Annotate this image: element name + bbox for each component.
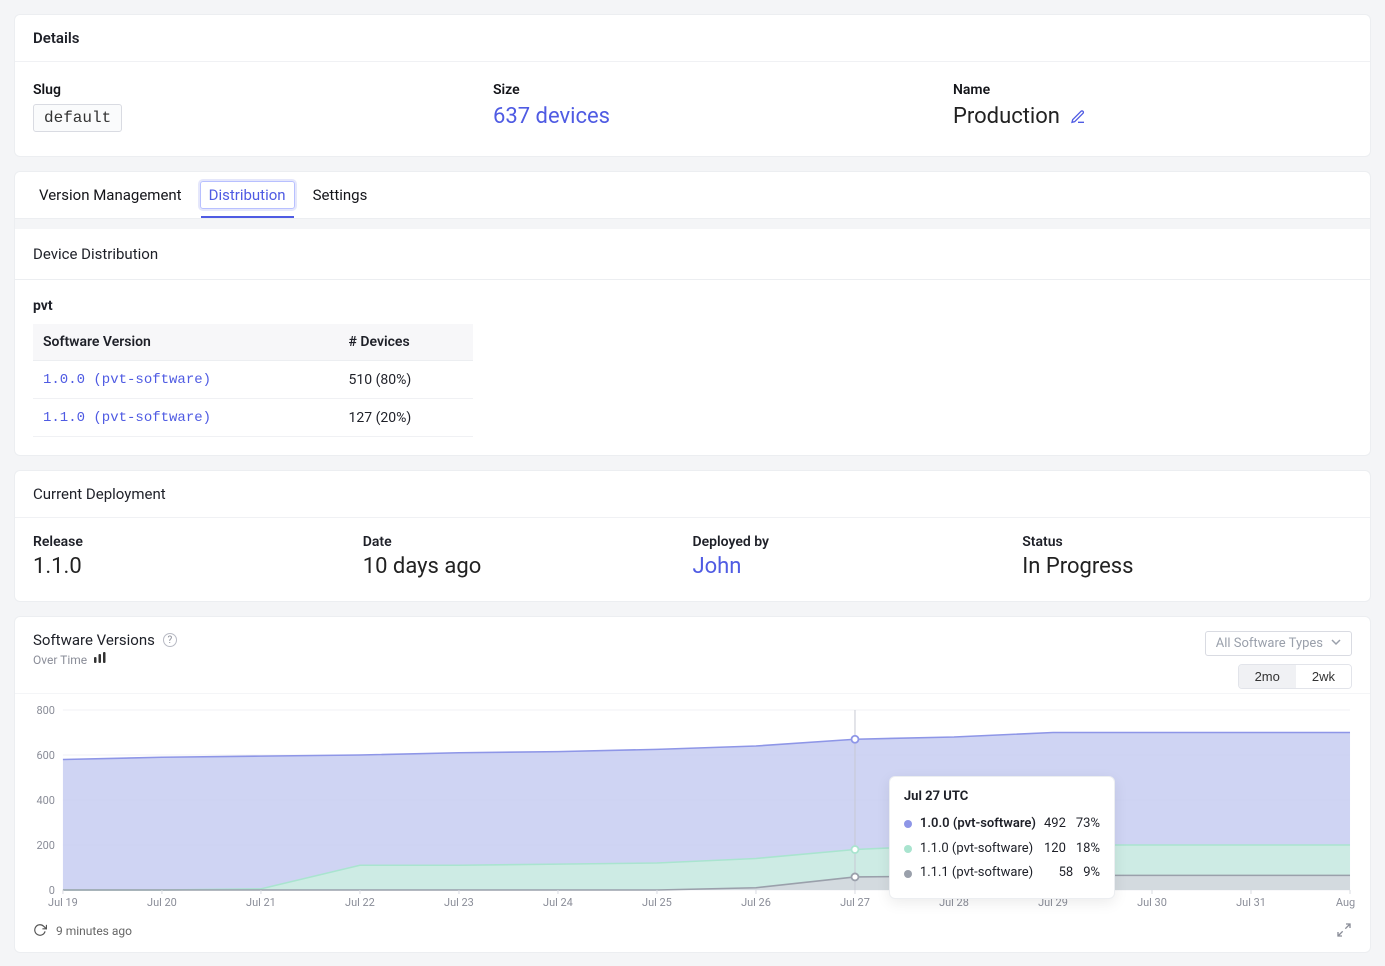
updated-left: 9 minutes ago: [33, 923, 132, 938]
field-size: Size 637 devices: [493, 82, 913, 132]
svg-text:Jul 19: Jul 19: [48, 896, 78, 909]
tooltip-title: Jul 27 UTC: [904, 789, 1100, 804]
col-software-version: Software Version: [33, 324, 339, 361]
svg-text:Jul 31: Jul 31: [1236, 896, 1266, 909]
device-distribution-body: pvt Software Version # Devices 1.0.0 (pv…: [14, 280, 1371, 456]
svg-text:Jul 23: Jul 23: [444, 896, 474, 909]
chart-subtitle: Over Time: [33, 653, 87, 667]
version-link[interactable]: 1.1.0 (pvt-software): [43, 410, 211, 426]
deploy-release: Release 1.1.0: [33, 534, 363, 579]
slug-value: default: [33, 104, 122, 132]
svg-text:Jul 26: Jul 26: [741, 896, 771, 909]
svg-text:Jul 21: Jul 21: [246, 896, 276, 909]
chart-area[interactable]: 0200400600800Jul 19Jul 20Jul 21Jul 22Jul…: [29, 704, 1356, 914]
tab-bar: Version Management Distribution Settings: [14, 171, 1371, 219]
size-value-link[interactable]: 637 devices: [493, 104, 610, 129]
chart-title: Software Versions: [33, 631, 155, 649]
slug-label: Slug: [33, 82, 453, 98]
time-range-segmented: 2mo 2wk: [1238, 664, 1352, 689]
svg-text:Jul 22: Jul 22: [345, 896, 375, 909]
table-row: 1.0.0 (pvt-software) 510 (80%): [33, 361, 473, 399]
svg-text:Jul 24: Jul 24: [543, 896, 573, 909]
current-deployment-card: Current Deployment Release 1.1.0 Date 10…: [14, 470, 1371, 602]
status-value: In Progress: [1022, 554, 1352, 579]
expand-icon[interactable]: [1336, 922, 1352, 938]
software-type-dropdown[interactable]: All Software Types: [1205, 631, 1352, 656]
deploy-status: Status In Progress: [1022, 534, 1352, 579]
devices-cell: 127 (20%): [339, 399, 473, 437]
col-num-devices: # Devices: [339, 324, 473, 361]
name-label: Name: [953, 82, 1352, 98]
deployed-by-label: Deployed by: [693, 534, 1023, 550]
device-distribution-title: Device Distribution: [14, 229, 1371, 280]
distribution-table: Software Version # Devices 1.0.0 (pvt-so…: [33, 324, 473, 437]
deployed-by-value[interactable]: John: [693, 554, 742, 579]
field-slug: Slug default: [33, 82, 453, 132]
release-label: Release: [33, 534, 363, 550]
table-row: 1.1.0 (pvt-software) 127 (20%): [33, 399, 473, 437]
svg-text:Jul 20: Jul 20: [147, 896, 177, 909]
svg-text:Jul 30: Jul 30: [1137, 896, 1167, 909]
date-value: 10 days ago: [363, 554, 693, 579]
status-label: Status: [1022, 534, 1352, 550]
release-value: 1.1.0: [33, 554, 363, 579]
version-link[interactable]: 1.0.0 (pvt-software): [43, 372, 211, 388]
details-card: Details Slug default Size 637 devices Na…: [14, 14, 1371, 157]
chevron-down-icon: [1331, 636, 1341, 651]
svg-text:800: 800: [36, 704, 54, 717]
updated-text: 9 minutes ago: [56, 924, 132, 938]
range-2mo[interactable]: 2mo: [1239, 665, 1296, 688]
tab-settings[interactable]: Settings: [299, 172, 382, 218]
deploy-date: Date 10 days ago: [363, 534, 693, 579]
tab-version-management[interactable]: Version Management: [25, 172, 196, 218]
svg-text:400: 400: [36, 794, 54, 807]
devices-cell: 510 (80%): [339, 361, 473, 399]
chart-tooltip: Jul 27 UTC 1.0.0 (pvt-software)49273%1.1…: [889, 776, 1115, 899]
name-value: Production: [953, 104, 1060, 129]
deploy-by: Deployed by John: [693, 534, 1023, 579]
details-title: Details: [15, 15, 1370, 62]
svg-text:Jul 25: Jul 25: [642, 896, 672, 909]
tooltip-row: 1.0.0 (pvt-software)49273%: [904, 812, 1100, 837]
help-icon[interactable]: ?: [163, 633, 177, 647]
svg-text:Aug 1: Aug 1: [1336, 896, 1356, 909]
svg-text:200: 200: [36, 839, 54, 852]
date-label: Date: [363, 534, 693, 550]
svg-text:Jul 27: Jul 27: [840, 896, 870, 909]
tooltip-row: 1.1.0 (pvt-software)12018%: [904, 837, 1100, 862]
tab-distribution[interactable]: Distribution: [200, 181, 295, 209]
size-label: Size: [493, 82, 913, 98]
range-2wk[interactable]: 2wk: [1296, 665, 1351, 688]
refresh-icon[interactable]: [33, 923, 47, 937]
field-name: Name Production: [953, 82, 1352, 132]
svg-text:600: 600: [36, 749, 54, 762]
dropdown-value: All Software Types: [1216, 636, 1323, 651]
tooltip-row: 1.1.1 (pvt-software)589%: [904, 861, 1100, 886]
current-deployment-title: Current Deployment: [15, 471, 1370, 518]
bar-chart-icon: [93, 652, 107, 667]
edit-name-icon[interactable]: [1070, 109, 1086, 125]
distribution-group-label: pvt: [33, 298, 1352, 314]
software-versions-chart-card: Software Versions ? Over Time All Softwa…: [14, 616, 1371, 953]
